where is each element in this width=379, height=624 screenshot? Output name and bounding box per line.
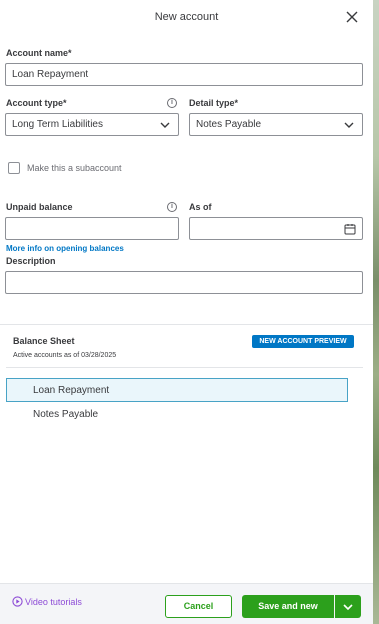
more-info-link[interactable]: More info on opening balances <box>6 244 124 253</box>
unpaid-balance-input[interactable] <box>5 217 179 240</box>
panel-title: New account <box>154 11 219 23</box>
new-account-panel: New account Account name* Loan Repayment… <box>0 0 373 624</box>
as-of-label: As of <box>189 202 212 212</box>
save-and-new-button[interactable]: Save and new <box>242 595 334 618</box>
as-of-date-input[interactable] <box>189 217 363 240</box>
video-tutorials-link[interactable]: Video tutorials <box>12 596 82 607</box>
new-account-preview-badge: NEW ACCOUNT PREVIEW <box>252 335 354 348</box>
preview-item-parent: Notes Payable <box>33 409 99 420</box>
description-label: Description <box>6 256 56 266</box>
save-options-dropdown[interactable] <box>335 595 361 618</box>
video-tutorials-label: Video tutorials <box>25 596 82 607</box>
calendar-icon[interactable] <box>344 223 356 235</box>
background-strip <box>373 0 379 624</box>
account-type-label: Account type* <box>6 98 67 108</box>
divider <box>6 367 363 368</box>
close-icon[interactable] <box>345 10 359 24</box>
cancel-button[interactable]: Cancel <box>165 595 232 618</box>
panel-header: New account <box>0 0 373 36</box>
subaccount-label: Make this a subaccount <box>27 163 122 173</box>
info-icon[interactable]: i <box>167 202 177 212</box>
preview-item-new: Loan Repayment <box>33 385 110 396</box>
chevron-down-icon <box>343 604 353 611</box>
account-name-input[interactable]: Loan Repayment <box>5 63 363 86</box>
unpaid-balance-label: Unpaid balance <box>6 202 73 212</box>
divider <box>0 324 373 325</box>
detail-type-select[interactable]: Notes Payable <box>189 113 363 136</box>
chevron-down-icon <box>160 122 170 128</box>
chevron-down-icon <box>344 122 354 128</box>
account-name-label: Account name* <box>6 48 72 58</box>
detail-type-value: Notes Payable <box>196 119 262 130</box>
description-input[interactable] <box>5 271 363 294</box>
preview-subtitle: Active accounts as of 03/28/2025 <box>13 352 117 359</box>
subaccount-checkbox[interactable] <box>8 162 20 174</box>
play-circle-icon <box>12 596 23 607</box>
account-type-select[interactable]: Long Term Liabilities <box>5 113 179 136</box>
info-icon[interactable]: i <box>167 98 177 108</box>
account-name-value: Loan Repayment <box>12 69 89 80</box>
account-type-value: Long Term Liabilities <box>12 119 103 130</box>
panel-footer: Video tutorials Cancel Save and new <box>0 583 373 624</box>
detail-type-label: Detail type* <box>189 98 239 108</box>
preview-title: Balance Sheet <box>13 336 75 346</box>
